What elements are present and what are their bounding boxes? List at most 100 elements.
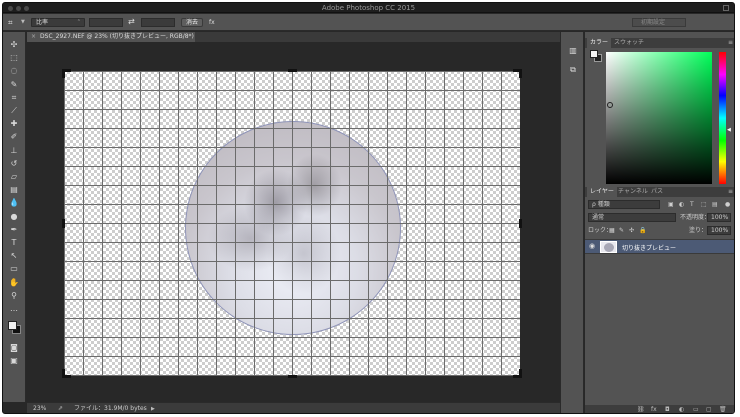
lasso-tool-icon[interactable]: ◌ xyxy=(8,66,20,76)
layer-row[interactable]: ◉ 切り抜きプレビュー xyxy=(585,239,734,254)
properties-icon[interactable]: ⧉ xyxy=(568,65,578,75)
blur-tool-icon[interactable]: 💧 xyxy=(8,198,20,208)
crop-handle-bottom[interactable] xyxy=(288,375,297,378)
photoshop-window: Adobe Photoshop CC 2015 ⌗ ▼ 比率 ⌃ ⇄ 消去 fx… xyxy=(2,2,735,414)
filter-shape-icon[interactable]: ⬚ xyxy=(701,200,707,209)
lock-all-icon[interactable]: 🔒 xyxy=(639,226,646,235)
status-menu-arrow[interactable]: ▶ xyxy=(151,403,155,413)
ratio-select[interactable]: 比率 ⌃ xyxy=(31,18,85,27)
eye-icon[interactable]: ◉ xyxy=(589,242,595,250)
share-icon[interactable]: ⇗ xyxy=(58,403,63,413)
fill-field[interactable]: 100% xyxy=(707,226,731,235)
zoom-level[interactable]: 23% xyxy=(33,403,46,413)
close-tab-icon[interactable]: × xyxy=(31,33,36,40)
crop-icon[interactable]: ⌗ xyxy=(8,18,13,28)
hue-slider[interactable] xyxy=(719,52,726,184)
dodge-tool-icon[interactable]: ● xyxy=(8,212,20,222)
new-layer-icon[interactable]: ▢ xyxy=(706,406,712,413)
crop-handle-left[interactable] xyxy=(62,219,65,228)
window-title: Adobe Photoshop CC 2015 xyxy=(321,4,416,12)
shape-tool-icon[interactable]: ▭ xyxy=(8,264,20,274)
add-mask-icon[interactable]: ◘ xyxy=(665,406,670,413)
tab-color[interactable]: カラー xyxy=(587,38,612,48)
healing-tool-icon[interactable]: ✚ xyxy=(8,119,20,129)
tab-channels[interactable]: チャンネル xyxy=(615,187,651,197)
workspace-select[interactable]: 初期設定 xyxy=(632,18,686,27)
height-field[interactable] xyxy=(141,18,175,27)
crop-tool-icon[interactable]: ⌗ xyxy=(8,93,20,103)
move-tool-icon[interactable]: ✣ xyxy=(8,40,20,50)
filter-smart-icon[interactable]: ▤ xyxy=(712,200,718,209)
color-picker-marker[interactable] xyxy=(607,102,613,108)
gradient-tool-icon[interactable]: ▤ xyxy=(8,185,20,195)
history-brush-tool-icon[interactable]: ↺ xyxy=(8,159,20,169)
status-bar: 23% ⇗ ファイル：31.9M/0 bytes ▶ xyxy=(27,402,560,413)
layer-name[interactable]: 切り抜きプレビュー xyxy=(622,243,676,252)
crop-handle-bottom-left-v[interactable] xyxy=(62,369,65,378)
filter-adjust-icon[interactable]: ◐ xyxy=(679,200,684,209)
tab-paths[interactable]: パス xyxy=(648,187,666,197)
stamp-tool-icon[interactable]: ⊥ xyxy=(8,146,20,156)
quick-select-tool-icon[interactable]: ✎ xyxy=(8,80,20,90)
crop-handle-top-right-v[interactable] xyxy=(519,69,522,78)
group-icon[interactable]: ▭ xyxy=(693,406,699,413)
moon-image xyxy=(185,121,401,335)
layers-panel-menu-icon[interactable]: ≡ xyxy=(728,187,733,197)
crop-handle-top-left-v[interactable] xyxy=(62,69,65,78)
ratio-select-value: 比率 xyxy=(36,19,49,26)
hue-slider-marker[interactable]: ◀ xyxy=(727,127,731,133)
adjustment-icon[interactable]: ◐ xyxy=(679,406,684,413)
filter-pixel-icon[interactable]: ▣ xyxy=(668,200,674,209)
color-picker-field[interactable] xyxy=(606,52,712,184)
more-tools-icon[interactable]: … xyxy=(8,304,20,314)
select-caret-icon: ⌃ xyxy=(76,19,81,25)
layer-thumbnail-moon xyxy=(604,243,614,252)
options-bar: ⌗ ▼ 比率 ⌃ ⇄ 消去 fx 初期設定 xyxy=(3,14,734,31)
crop-handle-top[interactable] xyxy=(288,69,297,72)
path-select-tool-icon[interactable]: ↖ xyxy=(8,251,20,261)
straighten-icon[interactable]: fx xyxy=(209,19,215,26)
clear-button[interactable]: 消去 xyxy=(181,18,203,27)
quick-mask-icon[interactable]: ◙ xyxy=(8,343,20,353)
title-bar: Adobe Photoshop CC 2015 xyxy=(3,3,734,13)
trash-icon[interactable]: 🗑 xyxy=(719,406,727,413)
swap-icon[interactable]: ⇄ xyxy=(128,17,135,26)
tab-layers[interactable]: レイヤー xyxy=(587,187,617,197)
filter-toggle-icon[interactable]: ● xyxy=(725,200,730,209)
fullscreen-icon[interactable] xyxy=(723,5,729,11)
type-tool-icon[interactable]: T xyxy=(8,238,20,248)
layers-panel: レイヤー チャンネル パス ≡ ρ 種類 ▣ ◐ T ⬚ ▤ ● 通常 不透明度… xyxy=(585,187,734,413)
opacity-label: 不透明度： xyxy=(680,214,711,221)
link-icon[interactable]: ⛓ xyxy=(637,406,645,413)
lock-paint-icon[interactable]: ✎ xyxy=(619,226,624,235)
document-tab-bar: × DSC_2927.NEF @ 23% (切り抜きプレビュー, RGB/8*) … xyxy=(27,32,560,50)
opacity-field[interactable]: 100% xyxy=(707,213,731,222)
color-panel-menu-icon[interactable]: ≡ xyxy=(728,38,733,48)
lock-pixels-icon[interactable]: ▦ xyxy=(609,226,615,235)
filter-type-icon[interactable]: T xyxy=(690,200,694,209)
layer-filter-select[interactable]: ρ 種類 xyxy=(588,200,660,209)
crop-handle-right[interactable] xyxy=(519,219,522,228)
pen-tool-icon[interactable]: ✒ xyxy=(8,225,20,235)
marquee-tool-icon[interactable]: ⬚ xyxy=(8,53,20,63)
tab-swatches[interactable]: スウォッチ xyxy=(611,38,647,48)
hand-tool-icon[interactable]: ✋ xyxy=(8,278,20,288)
lock-move-icon[interactable]: ✣ xyxy=(629,226,634,235)
chevron-down-icon[interactable]: ▼ xyxy=(21,19,25,25)
eraser-tool-icon[interactable]: ▱ xyxy=(8,172,20,182)
screen-mode-icon[interactable]: ▣ xyxy=(8,356,20,366)
zoom-tool-icon[interactable]: ⚲ xyxy=(8,291,20,301)
document-tab[interactable]: × DSC_2927.NEF @ 23% (切り抜きプレビュー, RGB/8*) … xyxy=(27,32,195,50)
fx-icon[interactable]: fx xyxy=(651,406,657,413)
history-icon[interactable]: ▥ xyxy=(568,46,578,56)
blend-mode-select[interactable]: 通常 xyxy=(588,213,676,222)
canvas-area[interactable] xyxy=(27,42,560,402)
brush-tool-icon[interactable]: ✐ xyxy=(8,132,20,142)
eyedropper-tool-icon[interactable]: ⟋ xyxy=(8,106,20,116)
document-canvas[interactable] xyxy=(62,69,522,378)
foreground-color-swatch[interactable] xyxy=(8,321,17,330)
color-panel-foreground[interactable] xyxy=(590,50,598,58)
width-field[interactable] xyxy=(89,18,123,27)
tools-panel: ◙ ▣ ✣ ⬚ ◌ ✎ ⌗ ⟋ ✚ ✐ ⊥ ↺ ▱ ▤ 💧 ● ✒ T ↖ ▭ ✋ ⚲ … xyxy=(3,32,26,402)
crop-handle-bottom-right-v[interactable] xyxy=(519,369,522,378)
